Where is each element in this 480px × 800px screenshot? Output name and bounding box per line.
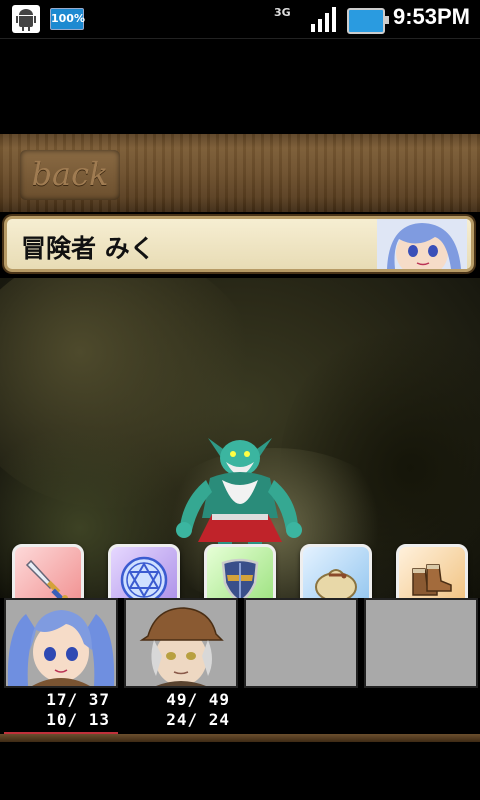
footer-bar — [0, 734, 480, 742]
back-button[interactable]: back — [20, 150, 120, 200]
old-man-portrait — [126, 600, 236, 686]
battery-icon — [347, 8, 389, 34]
party-member-1-stats: 17/ 37 10/ 13 — [4, 690, 118, 734]
signal-strength-icon — [311, 7, 336, 32]
encounter-banner: 冒険者 みく — [4, 216, 474, 272]
party-member-4-empty — [364, 598, 478, 688]
network-3g-icon: 3G — [274, 6, 291, 19]
hp-readout: 17/ 37 — [46, 690, 110, 709]
android-icon — [12, 5, 40, 33]
party-member-2-stats: 49/ 49 24/ 24 — [124, 690, 238, 732]
status-bar: 100% 3G 9:53PM — [0, 0, 480, 39]
encounter-text: 冒険者 みく — [21, 234, 155, 263]
party-member-3-empty — [244, 598, 358, 688]
clock: 9:53PM — [392, 4, 470, 29]
party-member-2-portrait[interactable] — [124, 598, 238, 688]
mp-readout: 24/ 24 — [166, 710, 230, 729]
party-member-1-portrait[interactable] — [4, 598, 118, 688]
mp-readout: 10/ 13 — [46, 710, 110, 729]
battery-percent-badge: 100% — [50, 8, 85, 30]
party-panel: 17/ 37 10/ 13 49/ 49 24/ 24 — [0, 598, 480, 734]
hero-girl-portrait — [6, 600, 116, 686]
hp-readout: 49/ 49 — [166, 690, 230, 709]
character-portrait — [377, 219, 467, 269]
